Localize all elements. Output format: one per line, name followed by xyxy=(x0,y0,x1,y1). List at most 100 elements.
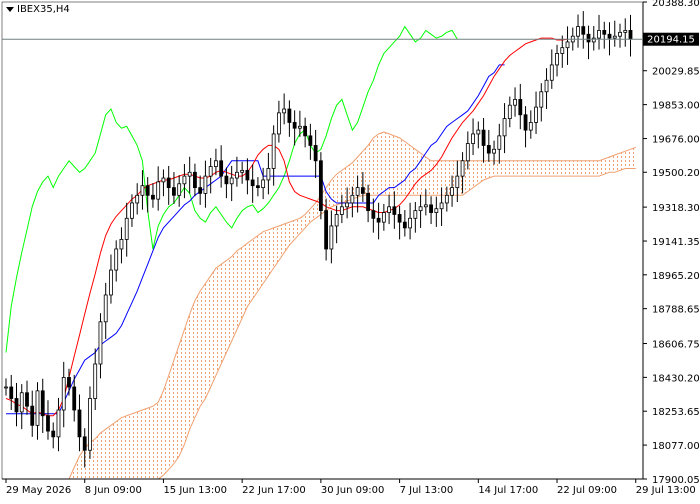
candle-body xyxy=(381,212,386,223)
candle-body xyxy=(324,210,329,250)
y-tick-label: 18253.65 xyxy=(652,407,700,418)
candle-body xyxy=(124,217,129,240)
candle-body xyxy=(507,104,512,120)
candle-body xyxy=(229,177,234,185)
candle-body xyxy=(360,187,365,194)
candle-body xyxy=(591,37,596,43)
candle-body xyxy=(455,175,460,189)
candle-body xyxy=(208,166,213,177)
candle-body xyxy=(429,204,433,213)
y-tick-label: 20388.30 xyxy=(652,0,700,9)
candle-body xyxy=(586,33,591,43)
y-tick-label: 18606.75 xyxy=(652,340,700,351)
candle-body xyxy=(40,390,45,417)
candle-body xyxy=(287,108,292,123)
candle-body xyxy=(161,177,166,183)
candle-body xyxy=(303,125,308,137)
candle-body xyxy=(35,390,40,426)
candle-body xyxy=(109,269,113,296)
candle-body xyxy=(623,30,628,33)
x-tick-label: 15 Jun 13:00 xyxy=(163,485,227,496)
kumo-cloud xyxy=(69,132,636,479)
candle-body xyxy=(318,160,323,212)
candle-body xyxy=(172,187,176,196)
candle-body xyxy=(439,202,444,210)
y-tick-label: 19141.35 xyxy=(652,237,700,248)
candle-body xyxy=(119,238,124,250)
candle-body xyxy=(19,392,24,413)
candle-body xyxy=(93,363,98,399)
candle-body xyxy=(135,194,140,204)
candle-body xyxy=(544,79,549,93)
candle-body xyxy=(245,169,250,181)
current-price-marker: 20194.15 xyxy=(2,32,699,46)
triangle-down-icon xyxy=(6,7,14,12)
candle-body xyxy=(434,208,439,213)
candle-body xyxy=(460,160,465,177)
candle-body xyxy=(250,179,255,187)
candle-body xyxy=(418,206,423,212)
candle-body xyxy=(450,187,454,196)
candle-body xyxy=(486,145,491,154)
candle-body xyxy=(240,169,245,173)
candle-body xyxy=(350,194,355,204)
x-tick-label: 7 Jul 13:00 xyxy=(400,485,454,496)
candle-body xyxy=(46,415,50,432)
candle-body xyxy=(114,248,119,271)
candle-body xyxy=(14,398,19,413)
y-tick-label: 18788.65 xyxy=(652,305,700,316)
symbol-name: IBEX35,H4 xyxy=(17,4,70,15)
candle-body xyxy=(276,112,281,135)
candle-body xyxy=(513,99,517,106)
y-axis-ticks: 20388.3020209.0520029.8519853.0019676.00… xyxy=(643,0,700,486)
candle-body xyxy=(376,217,381,223)
candle-body xyxy=(366,192,371,212)
candle-body xyxy=(51,430,56,438)
candle-body xyxy=(177,183,182,196)
y-tick-label: 18965.20 xyxy=(652,271,700,282)
candle-body xyxy=(607,33,612,39)
x-tick-label: 29 Jul 13:00 xyxy=(636,485,696,496)
candle-body xyxy=(224,175,229,185)
candle-body xyxy=(261,179,266,189)
candle-body xyxy=(402,221,407,229)
candle-body xyxy=(523,114,528,131)
candle-body xyxy=(313,145,318,162)
candle-body xyxy=(198,187,203,194)
candle-body xyxy=(166,177,171,189)
candle-body xyxy=(392,206,397,215)
candle-body xyxy=(355,187,360,196)
x-tick-label: 30 Jun 09:00 xyxy=(321,485,385,496)
candle-body xyxy=(602,30,607,35)
candle-body xyxy=(77,409,82,438)
candle-body xyxy=(308,135,313,146)
candle-body xyxy=(534,106,538,123)
candle-body xyxy=(492,148,496,154)
candle-body xyxy=(371,210,376,219)
price-candles xyxy=(4,11,633,468)
candle-body xyxy=(187,171,192,177)
current-price-label: 20194.15 xyxy=(647,35,695,46)
candle-body xyxy=(193,171,197,189)
symbol-selector[interactable]: IBEX35,H4 xyxy=(6,4,70,15)
candle-body xyxy=(256,185,260,189)
candle-body xyxy=(4,386,8,389)
candle-body xyxy=(292,122,297,129)
candle-body xyxy=(497,135,502,150)
candle-body xyxy=(88,398,92,451)
candle-body xyxy=(581,26,586,35)
candle-body xyxy=(145,185,150,196)
candle-body xyxy=(565,41,570,49)
candle-body xyxy=(339,206,344,215)
candle-body xyxy=(82,436,87,451)
candle-body xyxy=(413,210,418,219)
candle-body xyxy=(156,181,161,200)
candle-body xyxy=(130,202,134,219)
candle-body xyxy=(151,194,155,200)
candle-body xyxy=(423,204,428,208)
candle-body xyxy=(30,405,35,426)
candle-body xyxy=(628,30,633,40)
chart-area[interactable]: 20388.3020209.0520029.8519853.0019676.00… xyxy=(0,0,700,500)
ichimoku-chart[interactable]: 20388.3020209.0520029.8519853.0019676.00… xyxy=(0,0,700,500)
x-tick-label: 22 Jun 17:00 xyxy=(242,485,306,496)
